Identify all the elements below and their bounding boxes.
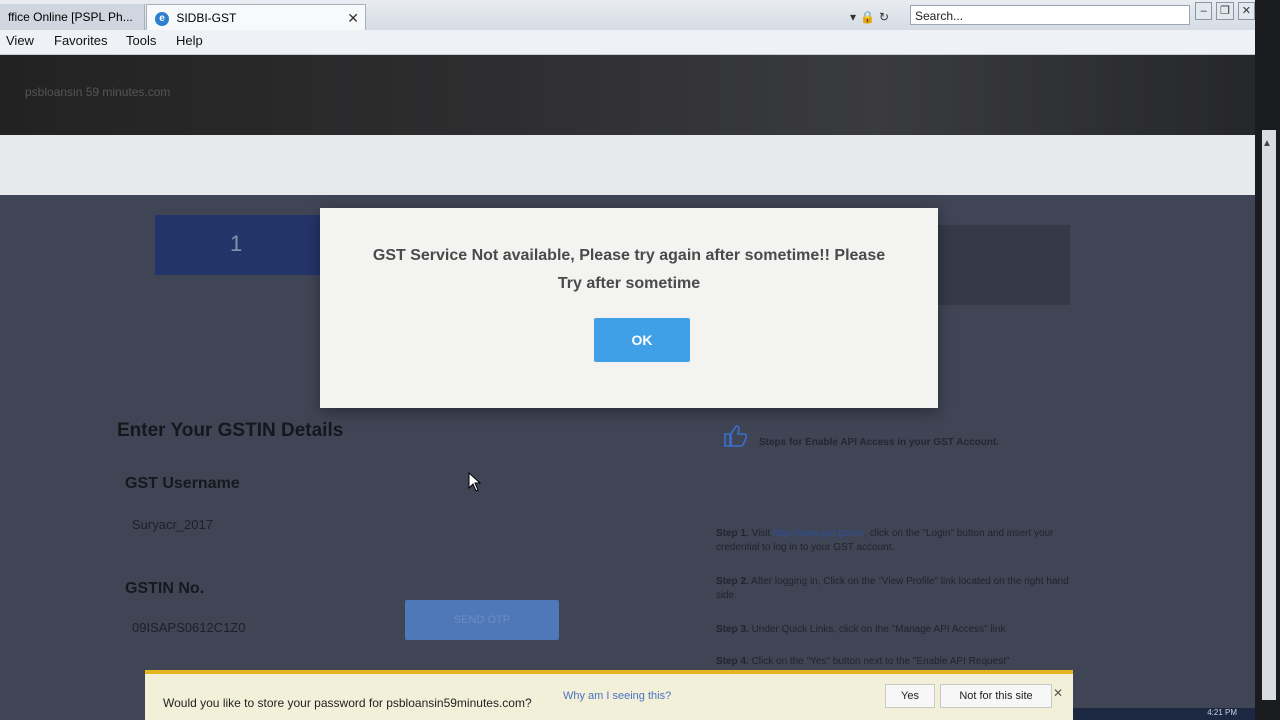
password-save-bar: Would you like to store your password fo… xyxy=(145,670,1073,720)
step-text: Click on the "Yes" button next to the "E… xyxy=(748,656,1010,667)
vertical-scrollbar[interactable] xyxy=(1262,130,1276,700)
right-panel-block xyxy=(920,225,1070,305)
password-prompt-text: Would you like to store your password fo… xyxy=(163,696,532,710)
gstin-section-title: Enter Your GSTIN Details xyxy=(117,420,344,441)
search-input[interactable]: Search... xyxy=(910,5,1190,25)
ie-icon: e xyxy=(155,11,169,26)
close-window-icon[interactable]: ✕ xyxy=(1237,2,1255,20)
taskbar-clock: 4:21 PM xyxy=(1207,708,1237,717)
why-seeing-this-link[interactable]: Why am I seeing this? xyxy=(563,690,671,702)
api-step-4: Step 4. Click on the "Yes" button next t… xyxy=(716,655,1076,669)
restore-icon[interactable]: ❐ xyxy=(1216,2,1234,20)
menu-view[interactable]: View xyxy=(6,33,34,48)
window-controls: – ❐ ✕ xyxy=(1195,2,1255,22)
minimize-icon[interactable]: – xyxy=(1195,2,1213,20)
search-placeholder: Search... xyxy=(915,9,964,23)
header-strip xyxy=(0,135,1255,195)
taskbar: 4:21 PM xyxy=(1073,708,1255,720)
menu-bar: View Favorites Tools Help ⌕⌂★⚙ xyxy=(0,30,1255,76)
menu-help[interactable]: Help xyxy=(176,33,203,48)
dialog-message: GST Service Not available, Please try ag… xyxy=(372,247,886,292)
step-text: After logging in, Click on the "View Pro… xyxy=(716,576,1069,601)
tab-bar: ffice Online [PSPL Ph... e SIDBI-GST ✕ ▾… xyxy=(0,0,1255,30)
menu-favorites[interactable]: Favorites xyxy=(54,33,107,48)
tab-label: ffice Online [PSPL Ph... xyxy=(8,10,133,24)
gst-username-field[interactable]: Suryacr_2017 xyxy=(132,517,213,532)
page-header: psbloansin 59 minutes.com xyxy=(0,55,1255,135)
gstin-number-label: GSTIN No. xyxy=(125,580,205,597)
address-controls: ▾🔒↻ xyxy=(850,6,906,28)
api-steps-header: Steps for Enable API Access in your GST … xyxy=(759,437,1000,448)
ok-button[interactable]: OK xyxy=(594,318,690,362)
api-step-3: Step 3. Under Quick Links, click on the … xyxy=(716,623,1076,637)
step-banner: 1 xyxy=(155,215,335,275)
thumbs-up-icon xyxy=(724,425,748,447)
browser-window: ffice Online [PSPL Ph... e SIDBI-GST ✕ ▾… xyxy=(0,0,1255,720)
gst-portal-link[interactable]: http://www.gst.gov.in xyxy=(773,528,864,539)
api-step-2: Step 2. After logging in, Click on the "… xyxy=(716,575,1076,603)
refresh-icon[interactable]: ↻ xyxy=(879,10,893,24)
error-dialog: GST Service Not available, Please try ag… xyxy=(320,208,938,408)
gst-username-label: GST Username xyxy=(125,475,240,492)
mouse-cursor-icon xyxy=(468,472,482,492)
step-text: Visit xyxy=(748,528,774,539)
step-label: Step 4. xyxy=(716,656,749,667)
close-tab-icon[interactable]: ✕ xyxy=(347,5,359,31)
step-label: Step 3. xyxy=(716,624,749,635)
not-for-this-site-button[interactable]: Not for this site xyxy=(940,684,1052,708)
step-label: Step 2. xyxy=(716,576,749,587)
scroll-up-arrow-icon[interactable]: ▲ xyxy=(1262,138,1272,149)
step-label: Step 1. xyxy=(716,528,749,539)
dropdown-icon[interactable]: ▾ xyxy=(850,10,860,24)
save-password-yes-button[interactable]: Yes xyxy=(885,684,935,708)
tab-sidbi-gst[interactable]: e SIDBI-GST ✕ xyxy=(146,4,366,30)
api-step-1: Step 1. Visit http://www.gst.gov.in, cli… xyxy=(716,527,1076,555)
send-otp-button[interactable]: SEND OTP xyxy=(405,600,559,640)
step-text: Under Quick Links, click on the "Manage … xyxy=(748,624,1006,635)
gstin-number-field[interactable]: 09ISAPS0612C1Z0 xyxy=(132,620,245,635)
lock-icon: 🔒 xyxy=(860,10,879,24)
menu-tools[interactable]: Tools xyxy=(126,33,156,48)
tab-office-online[interactable]: ffice Online [PSPL Ph... xyxy=(0,4,145,30)
step-number: 1 xyxy=(230,231,243,256)
site-name: psbloansin 59 minutes.com xyxy=(25,85,171,99)
tab-label: SIDBI-GST xyxy=(176,11,237,25)
close-bar-icon[interactable]: ✕ xyxy=(1053,686,1063,700)
